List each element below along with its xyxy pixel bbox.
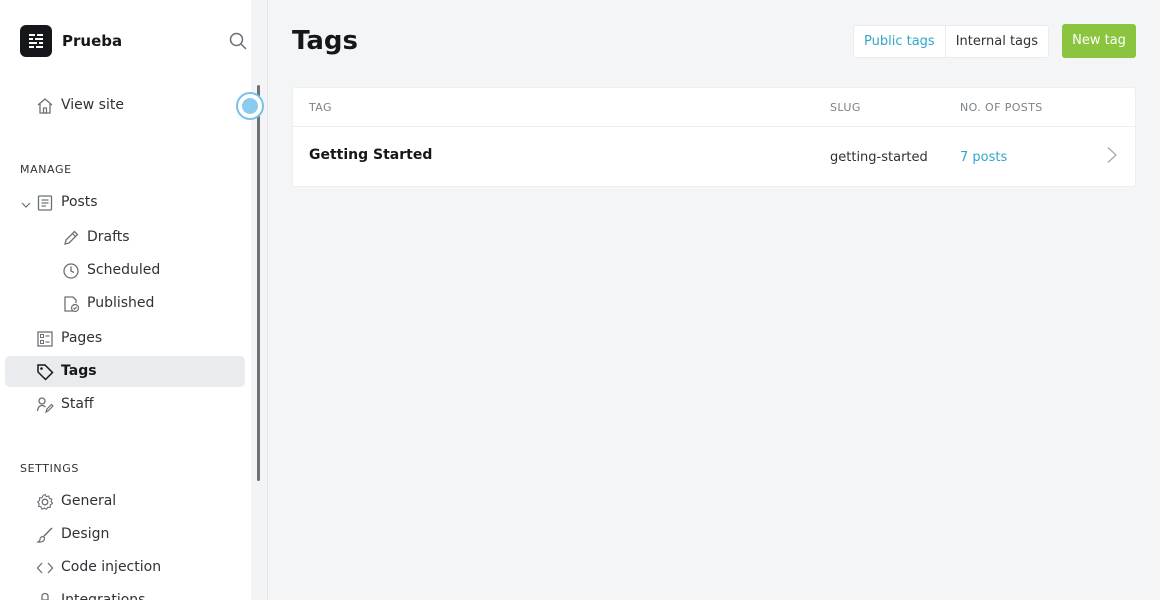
chevron-down-icon[interactable] [21, 198, 31, 208]
sidebar: Prueba View site MANAGE Posts Drafts Sch… [0, 0, 268, 600]
table-row[interactable]: Getting Started getting-started 7 posts [293, 127, 1135, 187]
sidebar-item-label: View site [61, 97, 124, 113]
tag-name[interactable]: Getting Started [309, 147, 432, 163]
sidebar-item-label: Pages [61, 330, 103, 346]
gear-icon [36, 493, 54, 511]
home-icon [36, 97, 54, 115]
tag-icon [36, 363, 54, 381]
integrations-icon [36, 592, 54, 600]
tag-slug: getting-started [830, 150, 928, 165]
sidebar-item-scheduled[interactable]: Scheduled [5, 255, 245, 286]
site-header[interactable]: Prueba [20, 25, 122, 57]
column-header-posts: NO. OF POSTS [960, 101, 1043, 114]
sidebar-item-label: Tags [61, 363, 97, 379]
sidebar-item-published[interactable]: Published [5, 288, 245, 319]
tab-internal-tags[interactable]: Internal tags [946, 26, 1048, 57]
sidebar-item-label: Integrations [61, 592, 146, 600]
sidebar-scrollbar-thumb[interactable] [257, 85, 260, 481]
sidebar-item-label: Drafts [87, 229, 130, 245]
sidebar-item-label: Posts [61, 194, 98, 210]
main-content: Tags Public tags Internal tags New tag T… [268, 0, 1160, 600]
new-tag-button[interactable]: New tag [1062, 24, 1136, 58]
sidebar-item-posts[interactable]: Posts [5, 187, 245, 218]
sidebar-item-label: Staff [61, 396, 94, 412]
section-label-settings: SETTINGS [20, 462, 79, 475]
site-title: Prueba [62, 32, 123, 50]
posts-icon [36, 194, 54, 212]
sidebar-item-label: Published [87, 295, 155, 311]
sidebar-item-staff[interactable]: Staff [5, 389, 245, 420]
clock-icon [62, 262, 80, 280]
tag-type-tabs: Public tags Internal tags [853, 25, 1050, 58]
sidebar-item-label: General [61, 493, 117, 509]
chevron-right-icon[interactable] [1105, 146, 1119, 164]
sidebar-item-code-injection[interactable]: Code injection [5, 552, 245, 583]
brush-icon [36, 526, 54, 544]
tag-post-count-link[interactable]: 7 posts [960, 150, 1007, 165]
sidebar-item-pages[interactable]: Pages [5, 323, 245, 354]
pages-icon [36, 330, 54, 348]
sidebar-item-general[interactable]: General [5, 486, 245, 517]
sidebar-item-label: Scheduled [87, 262, 161, 278]
tags-table: TAG SLUG NO. OF POSTS Getting Started ge… [292, 87, 1136, 187]
sidebar-item-drafts[interactable]: Drafts [5, 222, 245, 253]
page-title: Tags [292, 26, 359, 56]
column-header-tag: TAG [309, 101, 332, 114]
search-icon[interactable] [228, 31, 248, 51]
sidebar-item-view-site[interactable]: View site [5, 90, 245, 121]
published-icon [62, 295, 80, 313]
sidebar-item-label: Design [61, 526, 110, 542]
site-logo-icon [20, 25, 52, 57]
loading-spinner-icon [236, 92, 264, 120]
sidebar-item-integrations[interactable]: Integrations [5, 585, 245, 600]
sidebar-item-tags[interactable]: Tags [5, 356, 245, 387]
code-icon [36, 559, 54, 577]
sidebar-item-label: Code injection [61, 559, 162, 575]
staff-icon [36, 396, 54, 414]
sidebar-item-design[interactable]: Design [5, 519, 245, 550]
section-label-manage: MANAGE [20, 163, 72, 176]
column-header-slug: SLUG [830, 101, 861, 114]
pencil-icon [62, 229, 80, 247]
tab-public-tags[interactable]: Public tags [854, 26, 946, 57]
